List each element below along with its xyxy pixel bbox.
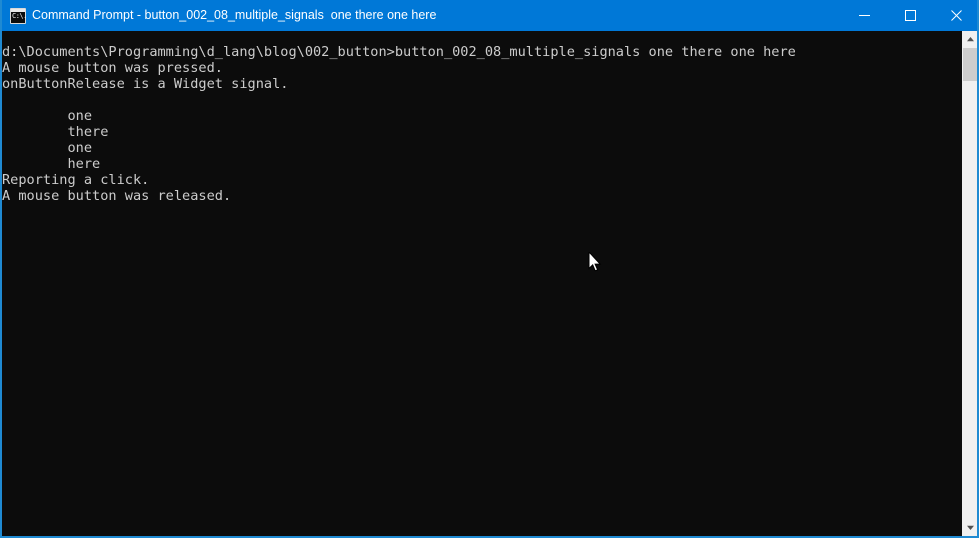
console-output-area[interactable]: d:\Documents\Programming\d_lang\blog\002… [2,31,977,536]
close-icon [950,10,962,21]
mouse-pointer [588,252,602,272]
console-text: d:\Documents\Programming\d_lang\blog\002… [2,44,796,204]
command-prompt-window: C:\. Command Prompt - button_002_08_mult… [0,0,979,538]
scroll-up-button[interactable] [963,31,977,48]
minimize-button[interactable] [841,0,887,31]
window-controls [841,0,977,31]
scroll-down-arrow-icon [967,525,974,530]
scrollbar-track[interactable] [963,48,977,519]
close-button[interactable] [933,0,977,31]
maximize-icon [904,10,916,21]
icon-prompt-glyph: C:\. [12,11,27,20]
window-title: Command Prompt - button_002_08_multiple_… [32,8,437,22]
title-bar[interactable]: C:\. Command Prompt - button_002_08_mult… [2,0,977,31]
scrollbar-thumb[interactable] [963,48,977,81]
vertical-scrollbar[interactable] [962,31,977,536]
scroll-down-button[interactable] [963,519,977,536]
command-prompt-icon: C:\. [10,7,27,24]
scroll-up-arrow-icon [967,37,974,42]
maximize-button[interactable] [887,0,933,31]
minimize-icon [858,15,870,16]
